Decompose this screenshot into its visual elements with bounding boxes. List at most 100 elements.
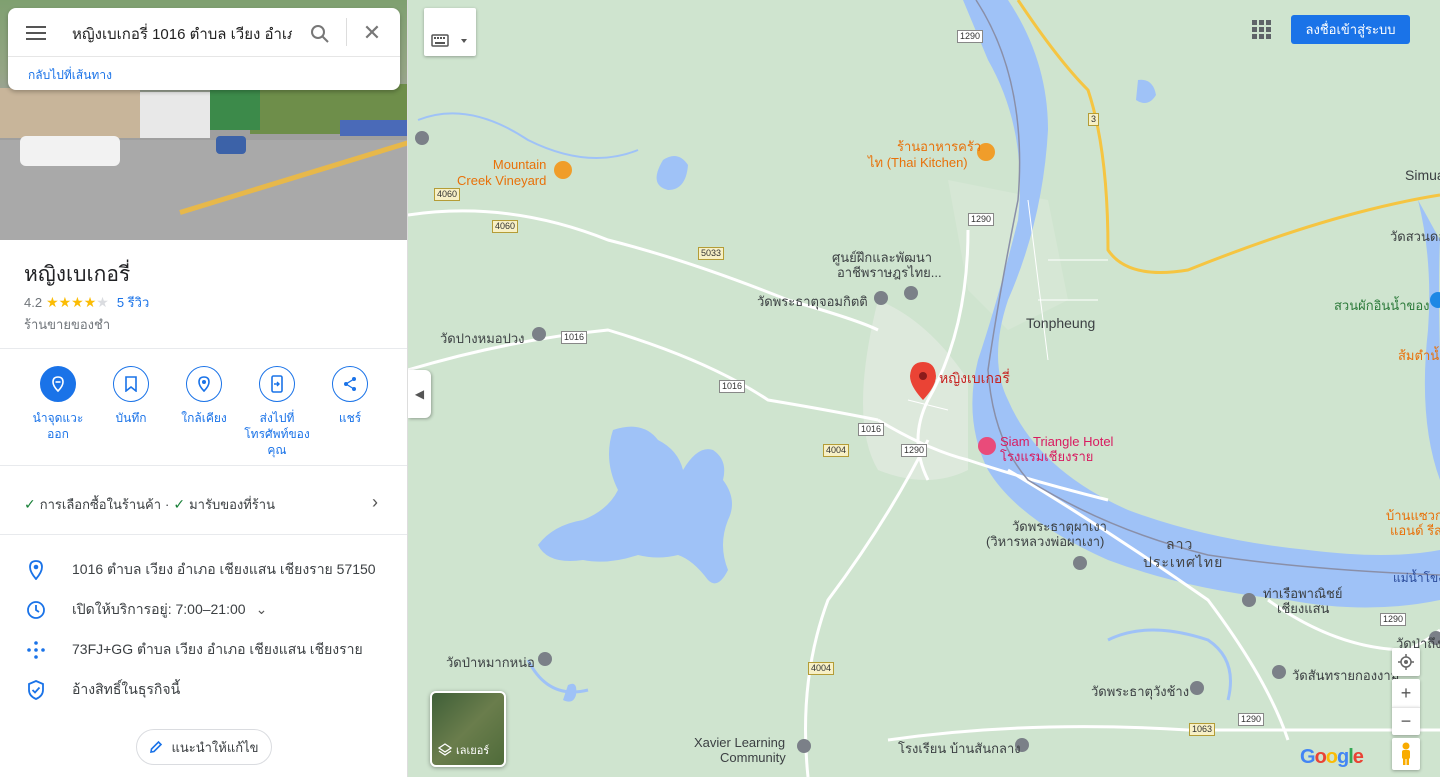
search-input[interactable] [72,20,292,48]
road-shield-4004-b: 4004 [808,662,835,675]
address-text: 1016 ตำบล เวียง อำเภอ เชียงแสน เชียงราย … [72,561,376,577]
remove-stop-label: นำจุดแวะออก [32,411,84,441]
label-siam-triangle-1[interactable]: Siam Triangle Hotel [1000,434,1113,450]
collapse-panel-button[interactable]: ◀ [408,370,431,418]
signin-button[interactable]: ลงชื่อเข้าสู่ระบบ [1291,15,1410,44]
road-shield-1016-c: 1016 [858,423,885,436]
label-mountain-creek[interactable]: Mountain Creek Vineyard [457,157,546,189]
check-icon: ✓ [173,496,186,512]
save-label: บันทึก [115,411,147,425]
label-suan-phak[interactable]: สวนผักอินน้ำของ [1334,298,1430,314]
send-to-phone-button[interactable]: ส่งไปที่โทรศัพท์ของคุณ [242,366,312,458]
in-store-shopping: การเลือกซื้อในร้านค้า [39,497,162,512]
nearby-icon [186,366,222,402]
plus-code-icon [24,638,48,662]
layers-label-group: เลเยอร์ [438,741,489,759]
label-tonpheung[interactable]: Tonpheung [1026,315,1095,331]
road-shield-1290-c: 1290 [968,213,995,226]
reviews-link[interactable]: 5 รีวิว [117,292,149,313]
remove-stop-icon [40,366,76,402]
label-wat-suan-dok[interactable]: วัดสวนดอก [1390,229,1440,245]
layers-button[interactable]: เลเยอร์ [430,691,506,767]
label-wat-pang-mo-pong[interactable]: วัดปางหมอปวง [440,331,525,347]
google-logo: Google [1300,746,1364,768]
rating-value: 4.2 [24,295,43,310]
label-simua[interactable]: Simua [1405,167,1440,183]
label-port-1[interactable]: ท่าเรือพาณิชย์ [1263,586,1342,602]
label-siam-triangle-2[interactable]: โรงแรมเชียงราย [1000,449,1093,465]
keyboard-button[interactable] [424,8,476,56]
road-shield-1016: 1016 [561,331,588,344]
bookmark-icon [113,366,149,402]
search-separator [8,56,400,57]
send-to-phone-label: ส่งไปที่โทรศัพท์ของคุณ [244,411,310,457]
send-to-phone-icon [259,366,295,402]
my-location-button[interactable] [1392,648,1420,676]
zoom-in-button[interactable]: + [1392,679,1420,707]
plus-code-row[interactable]: 73FJ+GG ตำบล เวียง อำเภอ เชียงแสน เชียงร… [0,630,407,670]
service-options[interactable]: ✓ การเลือกซื้อในร้านค้า · ✓ มารับของที่ร… [24,492,384,515]
label-wat-pha-ngao-1[interactable]: วัดพระธาตุผาเงา [1012,519,1107,535]
road-shield-4060: 4060 [434,188,461,201]
label-wat-san-sai[interactable]: วัดสันทรายกองงาม [1292,668,1399,684]
chevron-down-icon[interactable]: ⌄ [256,601,268,617]
label-thai-kitchen-2[interactable]: ไท (Thai Kitchen) [868,155,968,171]
suggest-edit-button[interactable]: แนะนำให้แก้ไข [136,729,272,765]
road-shield-1290-e: 1290 [1380,613,1407,626]
save-button[interactable]: บันทึก [96,366,166,426]
label-xavier-1[interactable]: Xavier Learning [694,735,785,751]
street-view-pegman[interactable] [1392,738,1420,770]
label-pin-name[interactable]: หญิงเบเกอรี่ [939,370,1010,386]
claim-business-text: อ้างสิทธิ์ในธุรกิจนี้ [72,681,181,697]
apps-grid-icon[interactable] [1250,18,1272,40]
remove-stop-button[interactable]: นำจุดแวะออก [23,366,93,442]
chevron-right-icon[interactable]: › [372,492,378,513]
pegman-icon [1402,742,1410,765]
label-ban-waeng-1[interactable]: บ้านแซวก [1386,508,1440,524]
label-ban-waeng-2[interactable]: แอนด์ รีส [1390,523,1440,539]
label-xavier-2[interactable]: Community [720,750,786,766]
label-laos: ลาว [1166,536,1194,552]
map-canvas[interactable]: 1290 3 4060 4060 5033 1016 1016 1016 400… [408,0,1440,777]
label-port-2[interactable]: เชียงแสน [1277,601,1329,617]
label-wat-chom-kitti[interactable]: วัดพระธาตุจอมกิตติ [757,294,868,310]
label-thai-kitchen-1[interactable]: ร้านอาหารครัว [897,139,981,155]
menu-icon[interactable] [24,22,48,46]
divider [0,465,407,466]
clock-icon [24,598,48,622]
back-to-directions-link[interactable]: กลับไปที่เส้นทาง [28,66,112,85]
label-center-2[interactable]: อาชีพราษฎรไทย... [837,265,942,281]
action-buttons: นำจุดแวะออก บันทึก ใกล้เคียง ส่งไปที่โทร… [0,366,407,460]
label-som-tam[interactable]: ส้มตำน้ำรา [1398,348,1440,364]
label-mekong: แม่น้ำโขง [1393,571,1440,585]
share-button[interactable]: แชร์ [315,366,385,426]
plus-icon: + [1400,682,1412,703]
search-icon[interactable] [308,22,332,46]
label-wat-pa-mak[interactable]: วัดป่าหมากหน่อ [446,655,535,671]
close-icon[interactable]: ✕ [360,22,384,46]
road-shield-1290-b: 1290 [901,444,928,457]
dot-separator: · [165,497,170,512]
road-shield-5033: 5033 [698,247,725,260]
label-school[interactable]: โรงเรียน บ้านสันกลาง [898,741,1021,757]
zoom-out-button[interactable]: − [1392,707,1420,735]
suggest-edit-label: แนะนำให้แก้ไข [171,739,259,755]
nearby-button[interactable]: ใกล้เคียง [169,366,239,426]
keyboard-icon [431,34,467,47]
hours-row[interactable]: เปิดให้บริการอยู่: 7:00–21:00 ⌄ [0,590,407,630]
map-graphics [408,0,1440,777]
road-shield-4004: 4004 [823,444,850,457]
address-row[interactable]: 1016 ตำบล เวียง อำเภอ เชียงแสน เชียงราย … [0,550,407,590]
label-wat-pha-ngao-2[interactable]: (วิหารหลวงพ่อผาเงา) [986,534,1104,550]
label-wat-wang-chang[interactable]: วัดพระธาตุวังช้าง [1091,684,1189,700]
app-root: 1290 3 4060 4060 5033 1016 1016 1016 400… [0,0,1440,777]
pencil-icon [150,740,163,753]
minus-icon: − [1400,711,1412,731]
share-icon [332,366,368,402]
check-icon: ✓ [24,496,36,512]
label-center-1[interactable]: ศูนย์ฝึกและพัฒนา [832,250,932,266]
claim-business-row[interactable]: อ้างสิทธิ์ในธุรกิจนี้ [0,670,407,710]
place-category[interactable]: ร้านขายของชำ [24,314,110,335]
road-shield-1290-d: 1290 [1238,713,1265,726]
in-store-pickup: มารับของที่ร้าน [189,497,275,512]
